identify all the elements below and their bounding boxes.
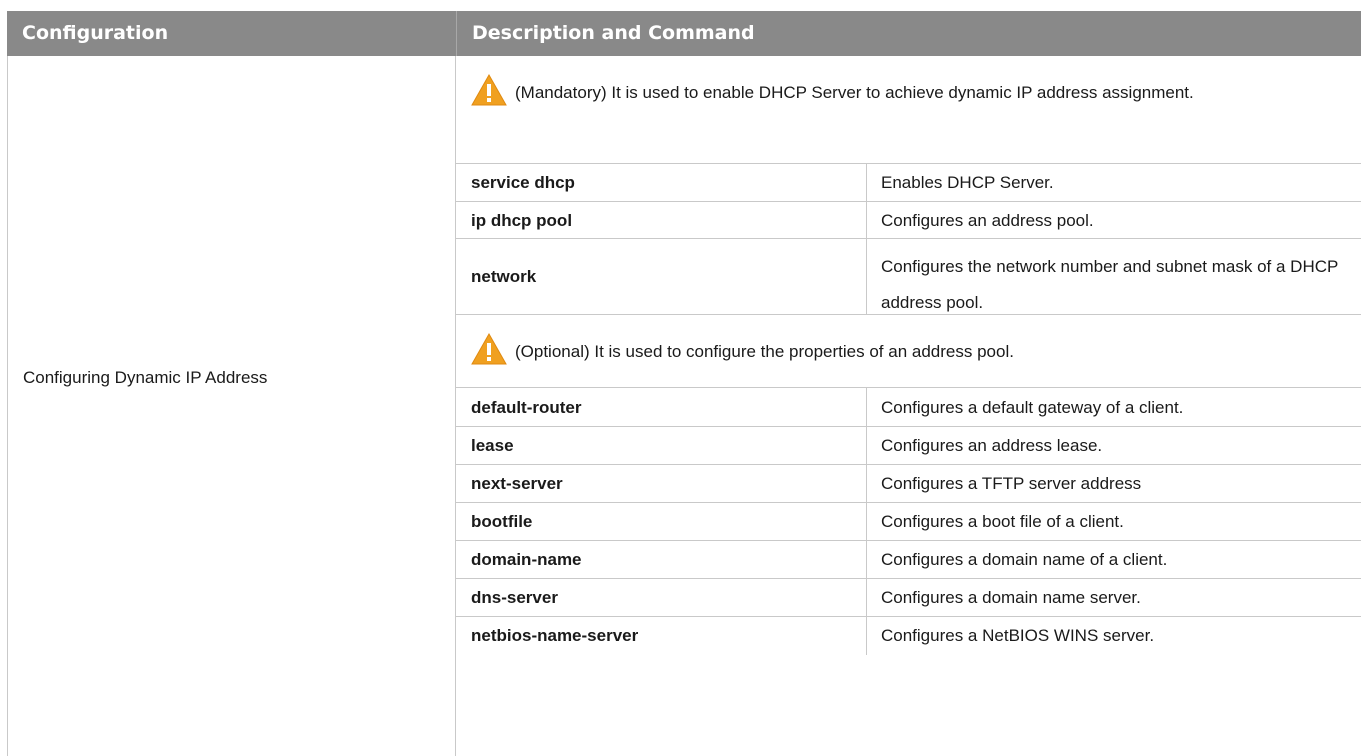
warning-icon: [471, 333, 507, 365]
command: next-server: [471, 474, 563, 493]
command: service dhcp: [471, 173, 575, 192]
table-row: dns-server Configures a domain name serv…: [456, 579, 1361, 617]
table-row: domain-name Configures a domain name of …: [456, 541, 1361, 579]
table-row: ip dhcp pool Configures an address pool.: [456, 202, 1361, 239]
mandatory-note-text: (Mandatory) It is used to enable DHCP Se…: [515, 83, 1194, 102]
description: Configures the network number and subnet…: [881, 257, 1339, 312]
command: network: [471, 267, 537, 286]
command: bootfile: [471, 512, 533, 531]
mandatory-note: (Mandatory) It is used to enable DHCP Se…: [456, 56, 1361, 164]
description: Configures an address pool.: [881, 211, 1094, 230]
command: lease: [471, 436, 514, 455]
table-row: default-router Configures a default gate…: [456, 388, 1361, 427]
command: dns-server: [471, 588, 558, 607]
command: default-router: [471, 398, 582, 417]
table-row: lease Configures an address lease.: [456, 427, 1361, 465]
configuration-cell: Configuring Dynamic IP Address: [7, 56, 456, 756]
description: Configures a boot file of a client.: [881, 512, 1124, 531]
description: Configures an address lease.: [881, 436, 1103, 455]
table-row: network Configures the network number an…: [456, 239, 1361, 315]
table-row: netbios-name-server Configures a NetBIOS…: [456, 617, 1361, 655]
configuration-name: Configuring Dynamic IP Address: [23, 368, 268, 387]
optional-note-text: (Optional) It is used to configure the p…: [515, 342, 1014, 361]
command: ip dhcp pool: [471, 211, 573, 230]
description: Configures a TFTP server address: [881, 474, 1142, 493]
header-description-command: Description and Command: [472, 22, 755, 44]
table-header: Configuration Description and Command: [7, 11, 1361, 56]
description: Configures a domain name server.: [881, 588, 1141, 607]
description: Enables DHCP Server.: [881, 173, 1054, 192]
header-configuration: Configuration: [22, 22, 169, 44]
optional-note: (Optional) It is used to configure the p…: [456, 315, 1361, 388]
description: Configures a NetBIOS WINS server.: [881, 626, 1155, 645]
table-row: next-server Configures a TFTP server add…: [456, 465, 1361, 503]
table-row: service dhcp Enables DHCP Server.: [456, 164, 1361, 202]
description-column: (Mandatory) It is used to enable DHCP Se…: [456, 56, 1361, 756]
warning-icon: [471, 74, 507, 106]
command: domain-name: [471, 550, 582, 569]
description: Configures a domain name of a client.: [881, 550, 1168, 569]
description: Configures a default gateway of a client…: [881, 398, 1184, 417]
configuration-table: Configuration Description and Command Co…: [7, 11, 1361, 756]
command: netbios-name-server: [471, 626, 639, 645]
table-row: bootfile Configures a boot file of a cli…: [456, 503, 1361, 541]
